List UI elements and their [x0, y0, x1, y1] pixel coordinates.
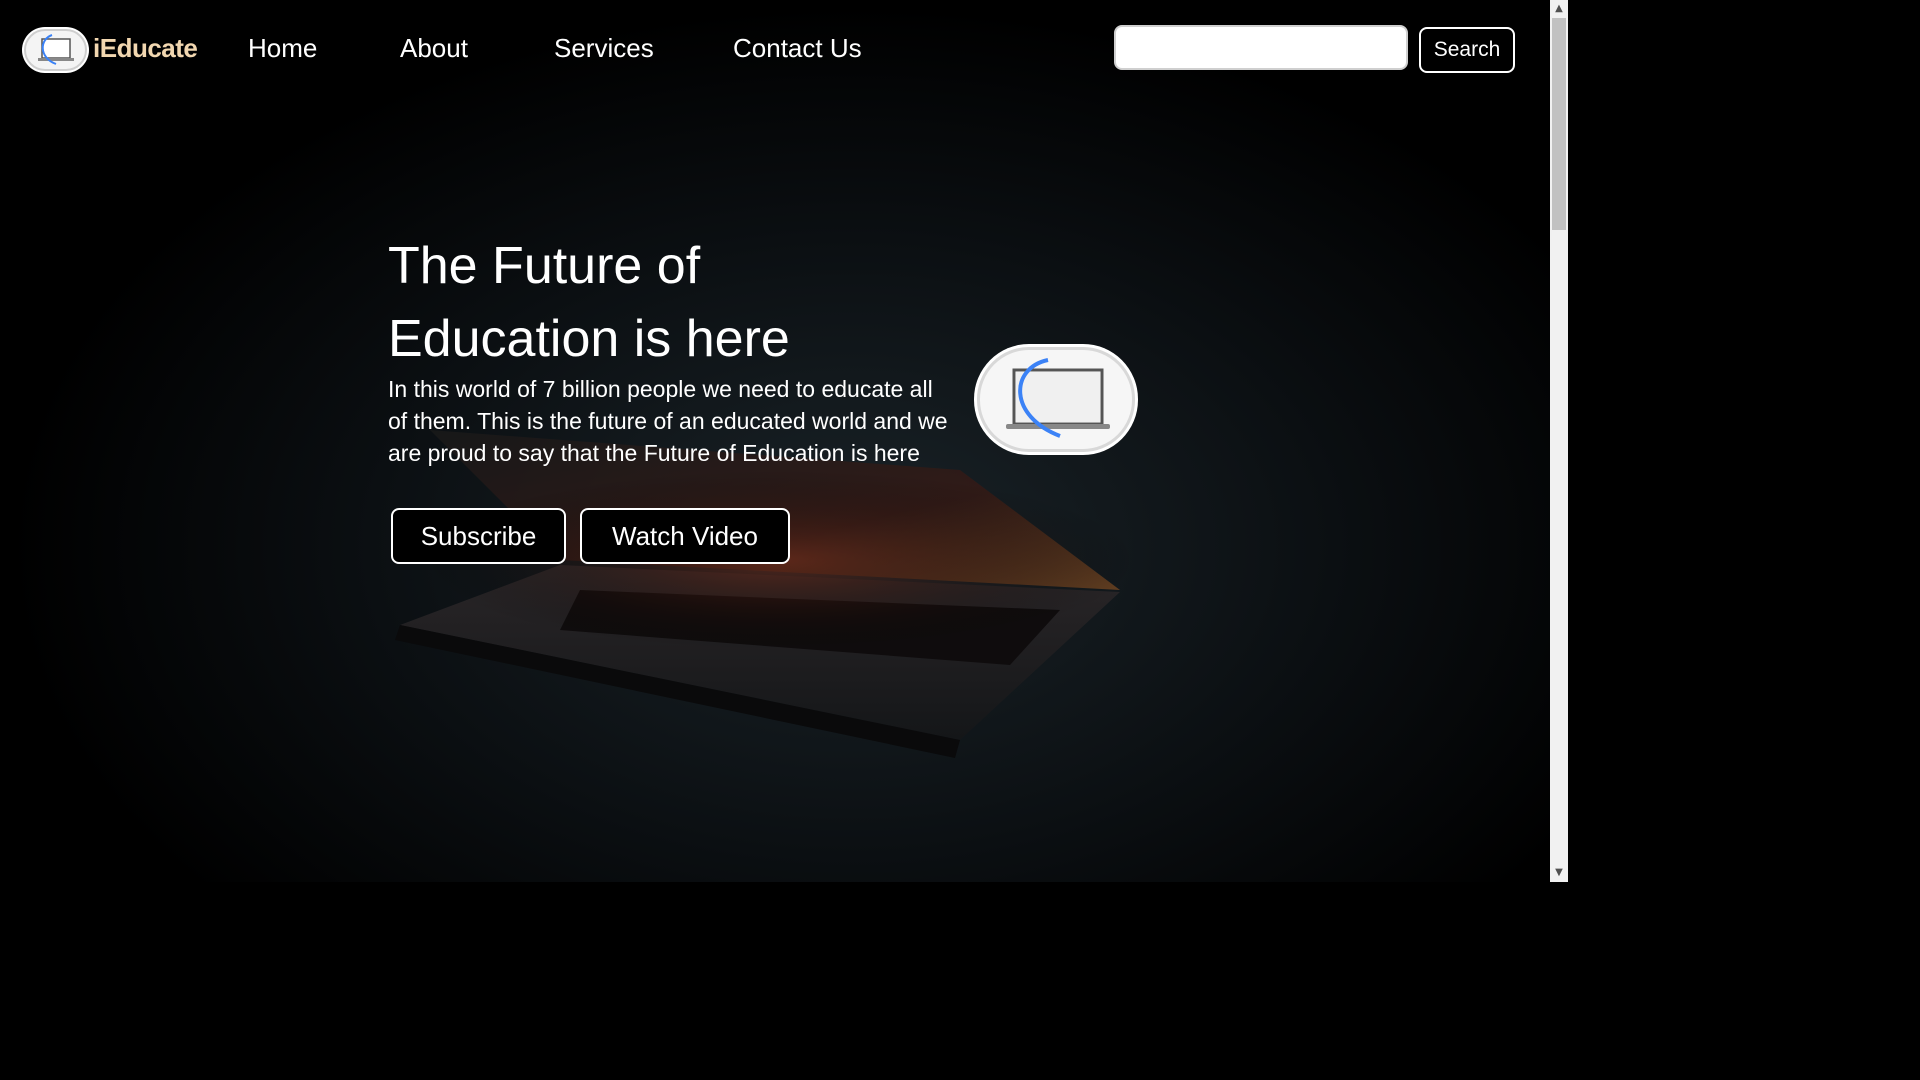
watch-video-button[interactable]: Watch Video	[580, 508, 790, 564]
scroll-up-icon[interactable]: ▲	[1550, 0, 1568, 18]
hero-title-line-1: The Future of	[388, 237, 701, 295]
nav-link-services[interactable]: Services	[554, 33, 654, 64]
subscribe-button[interactable]: Subscribe	[391, 508, 566, 564]
nav-link-home[interactable]: Home	[248, 33, 317, 64]
scroll-down-icon[interactable]: ▼	[1550, 864, 1568, 882]
nav-link-about[interactable]: About	[400, 33, 468, 64]
search-input[interactable]	[1114, 25, 1408, 70]
hero-title: The Future of Education is here	[388, 230, 948, 376]
scrollbar-thumb[interactable]	[1552, 18, 1566, 230]
laptop-logo-icon[interactable]	[24, 29, 87, 71]
search-button[interactable]: Search	[1419, 27, 1515, 73]
brand-name[interactable]: iEducate	[93, 33, 198, 64]
page-scrollbar[interactable]: ▲ ▼	[1550, 0, 1568, 882]
hero-description: In this world of 7 billion people we nee…	[388, 376, 948, 466]
navbar: iEducate Home About Services Contact Us …	[0, 0, 1550, 100]
hero-title-line-2: Education is here	[388, 310, 790, 368]
nav-link-contact[interactable]: Contact Us	[733, 33, 862, 64]
hero-laptop-logo-icon	[977, 347, 1135, 452]
